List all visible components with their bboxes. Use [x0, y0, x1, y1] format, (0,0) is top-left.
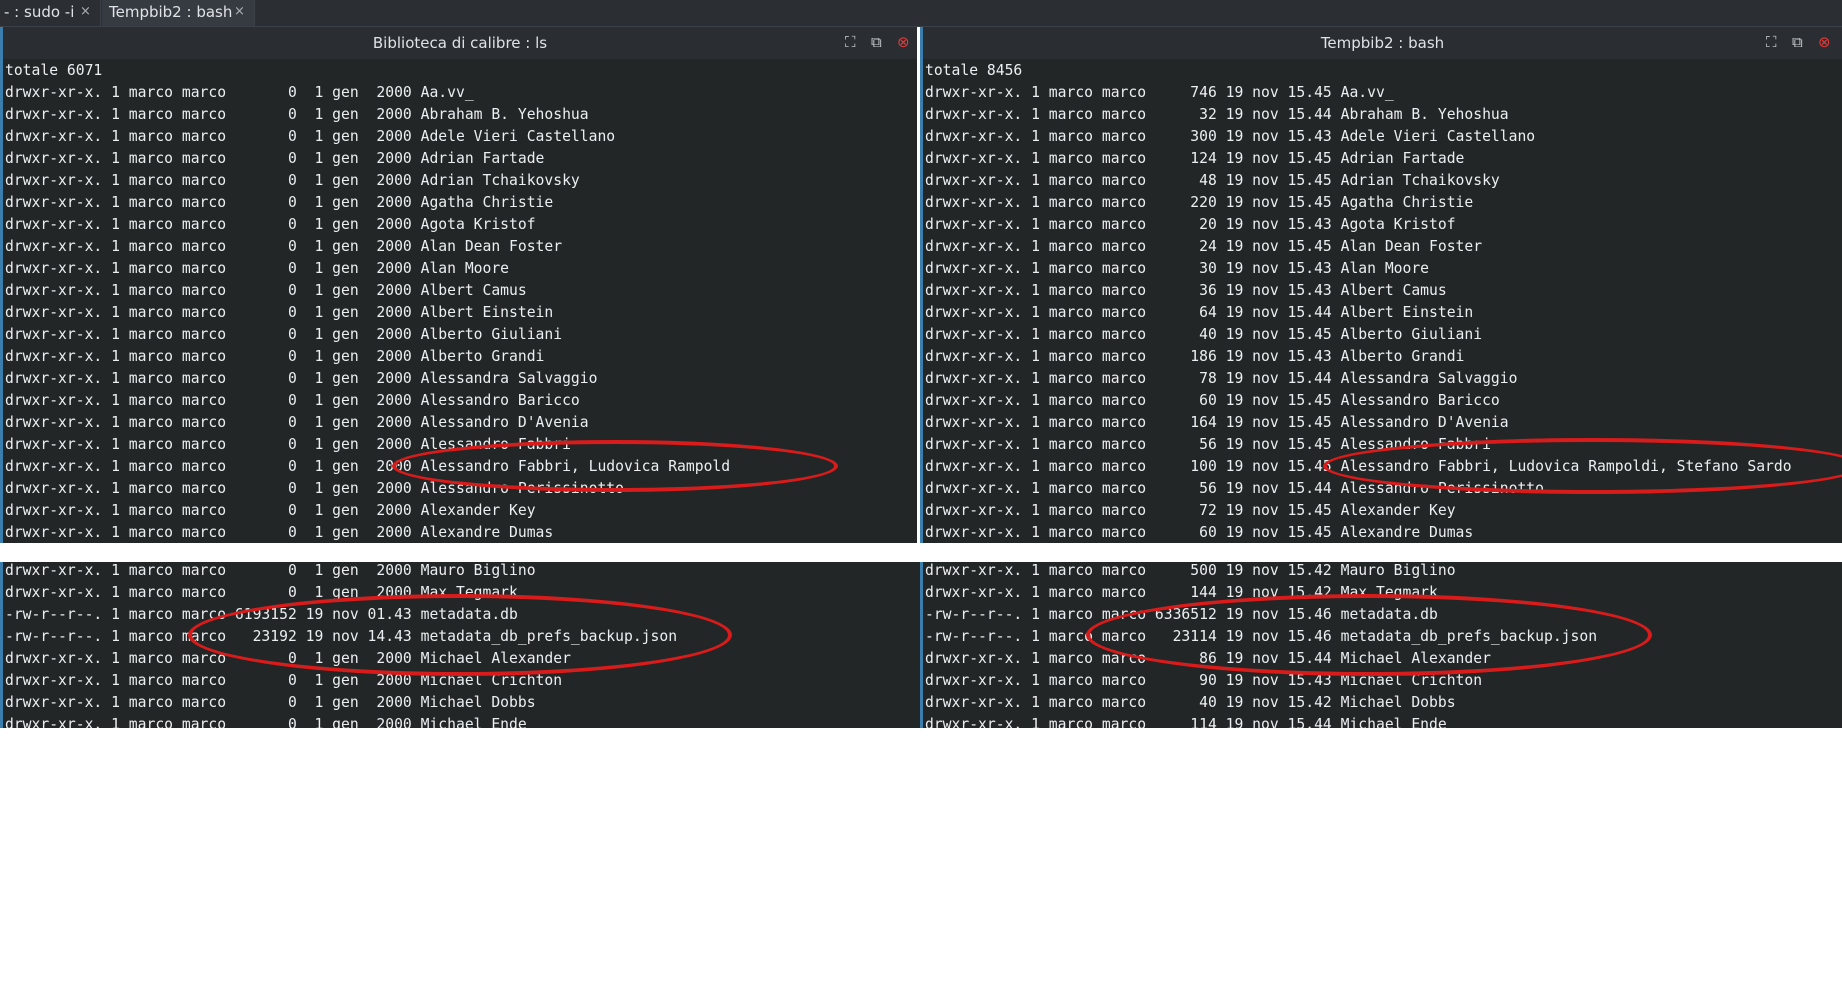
terminal-line: drwxr-xr-x. 1 marco marco 0 1 gen 2000 A…	[5, 106, 589, 123]
terminal-line: drwxr-xr-x. 1 marco marco 0 1 gen 2000 A…	[5, 216, 536, 233]
terminal-line: drwxr-xr-x. 1 marco marco 300 19 nov 15.…	[925, 128, 1536, 145]
pane-title: Biblioteca di calibre : ls	[372, 34, 548, 52]
terminal-line: drwxr-xr-x. 1 marco marco 72 19 nov 15.4…	[925, 502, 1456, 519]
terminal-line: drwxr-xr-x. 1 marco marco 0 1 gen 2000 A…	[5, 524, 554, 541]
pane-header: Biblioteca di calibre : ls ⛶ ⧉ ⊗	[3, 27, 917, 59]
terminal-line: drwxr-xr-x. 1 marco marco 0 1 gen 2000 A…	[5, 370, 598, 387]
terminal-line: drwxr-xr-x. 1 marco marco 40 19 nov 15.4…	[925, 326, 1483, 343]
terminal-line: drwxr-xr-x. 1 marco marco 64 19 nov 15.4…	[925, 304, 1474, 321]
detach-icon[interactable]: ⧉	[1792, 33, 1803, 51]
highlight-ellipse	[188, 594, 732, 676]
highlight-ellipse	[1323, 438, 1842, 494]
detach-icon[interactable]: ⧉	[871, 33, 882, 51]
terminal-line: drwxr-xr-x. 1 marco marco 90 19 nov 15.4…	[925, 672, 1483, 689]
terminal-line: drwxr-xr-x. 1 marco marco 164 19 nov 15.…	[925, 414, 1509, 431]
terminal-line: drwxr-xr-x. 1 marco marco 24 19 nov 15.4…	[925, 238, 1483, 255]
terminal-line: drwxr-xr-x. 1 marco marco 0 1 gen 2000 M…	[5, 694, 536, 711]
terminal-line: drwxr-xr-x. 1 marco marco 0 1 gen 2000 A…	[5, 172, 580, 189]
terminal-line: drwxr-xr-x. 1 marco marco 0 1 gen 2000 A…	[5, 260, 510, 277]
pane-header: Tempbib2 : bash ⛶ ⧉ ⊗	[923, 27, 1842, 59]
terminal-line: drwxr-xr-x. 1 marco marco 78 19 nov 15.4…	[925, 370, 1518, 387]
terminal-line: drwxr-xr-x. 1 marco marco 220 19 nov 15.…	[925, 194, 1474, 211]
terminal-line: drwxr-xr-x. 1 marco marco 0 1 gen 2000 A…	[5, 326, 563, 343]
terminal-line: drwxr-xr-x. 1 marco marco 0 1 gen 2000 A…	[5, 414, 589, 431]
terminal-line: drwxr-xr-x. 1 marco marco 186 19 nov 15.…	[925, 348, 1465, 365]
maximize-icon[interactable]: ⛶	[845, 33, 856, 51]
tab-tempbib2[interactable]: Tempbib2 : bash ×	[102, 0, 255, 26]
terminal-line: drwxr-xr-x. 1 marco marco 0 1 gen 2000 A…	[5, 128, 616, 145]
tab-bar: - : sudo -i × Tempbib2 : bash ×	[0, 0, 1842, 27]
terminal-line: drwxr-xr-x. 1 marco marco 40 19 nov 15.4…	[925, 694, 1456, 711]
terminal-line: drwxr-xr-x. 1 marco marco 0 1 gen 2000 A…	[5, 194, 554, 211]
terminal-line: drwxr-xr-x. 1 marco marco 60 19 nov 15.4…	[925, 392, 1500, 409]
terminal-line: drwxr-xr-x. 1 marco marco 124 19 nov 15.…	[925, 150, 1465, 167]
terminal-line: drwxr-xr-x. 1 marco marco 36 19 nov 15.4…	[925, 282, 1447, 299]
pane-title: Tempbib2 : bash	[1320, 34, 1445, 52]
terminal-line: totale 8456	[925, 62, 1023, 79]
close-icon[interactable]: ⊗	[897, 33, 910, 51]
terminal-line: drwxr-xr-x. 1 marco marco 0 1 gen 2000 A…	[5, 304, 554, 321]
terminal-line: drwxr-xr-x. 1 marco marco 0 1 gen 2000 A…	[5, 84, 474, 101]
terminal-line: drwxr-xr-x. 1 marco marco 48 19 nov 15.4…	[925, 172, 1500, 189]
tab-sudo[interactable]: - : sudo -i ×	[0, 0, 101, 26]
terminal-line: drwxr-xr-x. 1 marco marco 0 1 gen 2000 A…	[5, 348, 545, 365]
terminal-line: drwxr-xr-x. 1 marco marco 32 19 nov 15.4…	[925, 106, 1509, 123]
terminal-line: drwxr-xr-x. 1 marco marco 20 19 nov 15.4…	[925, 216, 1456, 233]
terminal-line: drwxr-xr-x. 1 marco marco 0 1 gen 2000 M…	[5, 672, 563, 689]
terminal-line: totale 6071	[5, 62, 103, 79]
highlight-ellipse	[1086, 594, 1652, 676]
terminal-line: drwxr-xr-x. 1 marco marco 500 19 nov 15.…	[925, 562, 1456, 579]
terminal-line: drwxr-xr-x. 1 marco marco 0 1 gen 2000 A…	[5, 150, 545, 167]
close-icon[interactable]: ×	[80, 0, 91, 24]
highlight-ellipse	[392, 440, 838, 492]
terminal-line: drwxr-xr-x. 1 marco marco 114 19 nov 15.…	[925, 716, 1447, 728]
terminal-line: drwxr-xr-x. 1 marco marco 0 1 gen 2000 A…	[5, 282, 527, 299]
terminal-line: drwxr-xr-x. 1 marco marco 0 1 gen 2000 A…	[5, 392, 580, 409]
terminal-line: drwxr-xr-x. 1 marco marco 0 1 gen 2000 A…	[5, 502, 536, 519]
terminal-line: drwxr-xr-x. 1 marco marco 0 1 gen 2000 M…	[5, 716, 527, 728]
maximize-icon[interactable]: ⛶	[1766, 33, 1777, 51]
terminal-line: drwxr-xr-x. 1 marco marco 0 1 gen 2000 M…	[5, 562, 536, 579]
close-icon[interactable]: ⊗	[1818, 33, 1831, 51]
tab-label: Tempbib2 : bash	[109, 3, 233, 21]
close-icon[interactable]: ×	[234, 0, 245, 24]
terminal-line: drwxr-xr-x. 1 marco marco 60 19 nov 15.4…	[925, 524, 1474, 541]
tab-label: - : sudo -i	[4, 3, 75, 21]
terminal-line: drwxr-xr-x. 1 marco marco 0 1 gen 2000 A…	[5, 238, 563, 255]
terminal-line: drwxr-xr-x. 1 marco marco 746 19 nov 15.…	[925, 84, 1394, 101]
terminal-line: drwxr-xr-x. 1 marco marco 30 19 nov 15.4…	[925, 260, 1430, 277]
